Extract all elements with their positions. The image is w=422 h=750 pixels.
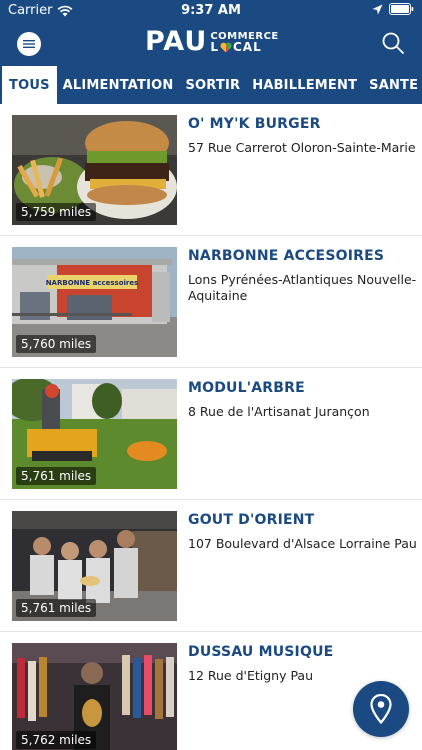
map-view-button[interactable] (353, 681, 409, 737)
tab-tous[interactable]: TOUS (2, 66, 57, 104)
business-photo: 5,761 miles (12, 379, 177, 489)
distance-badge: 5,760 miles (16, 335, 97, 353)
business-name: NARBONNE ACCESOIRES (188, 248, 385, 264)
business-address: Lons Pyrénées-Atlantiques Nouvelle-Aquit… (188, 272, 417, 303)
logo-local-l: L (210, 40, 219, 54)
search-icon[interactable] (381, 31, 405, 55)
business-name: GOUT D'ORIENT (188, 512, 315, 528)
business-address: 107 Boulevard d'Alsace Lorraine Pau (188, 536, 417, 551)
business-photo: 5,761 miles (12, 511, 177, 621)
distance-badge: 5,759 miles (16, 203, 97, 221)
list-item[interactable]: NARBONNE accessoires 5,760 miles NARBONN… (0, 236, 422, 368)
app-logo: PAU COMMERCE L CAL (145, 27, 279, 57)
distance-badge: 5,761 miles (16, 599, 97, 617)
status-bar: Carrier 9:37 AM (0, 0, 422, 22)
tab-sante-et-bien[interactable]: SANTE ET BIEN (363, 66, 422, 104)
logo-pau: PAU (145, 26, 208, 57)
menu-button[interactable] (17, 32, 41, 56)
location-arrow-icon (372, 4, 383, 14)
distance-badge: 5,762 miles (16, 731, 97, 749)
business-photo: NARBONNE accessoires 5,760 miles (12, 247, 177, 357)
business-photo: 5,759 miles (12, 115, 177, 225)
business-name: DUSSAU MUSIQUE (188, 644, 334, 660)
list-item[interactable]: 5,759 miles O' MY'K BURGER 57 Rue Carrer… (0, 104, 422, 236)
battery-icon (389, 3, 414, 15)
store-sign: NARBONNE accessoires (46, 279, 139, 287)
logo-local-cal: CAL (232, 40, 262, 54)
map-pin-icon (370, 694, 392, 724)
tab-alimentation[interactable]: ALIMENTATION (57, 66, 180, 104)
distance-badge: 5,761 miles (16, 467, 97, 485)
heart-icon (220, 42, 232, 53)
list-item[interactable]: 5,761 miles MODUL'ARBRE 8 Rue de l'Artis… (0, 368, 422, 500)
tab-sortir[interactable]: SORTIR (179, 66, 246, 104)
business-photo: 5,762 miles (12, 643, 177, 750)
category-tabs: TOUS ALIMENTATION SORTIR HABILLEMENT SAN… (0, 66, 422, 104)
business-name: O' MY'K BURGER (188, 116, 321, 132)
business-address: 57 Rue Carrerot Oloron-Sainte-Marie (188, 140, 416, 155)
hamburger-icon (23, 40, 35, 48)
list-item[interactable]: 5,761 miles GOUT D'ORIENT 107 Boulevard … (0, 500, 422, 632)
tab-habillement[interactable]: HABILLEMENT (246, 66, 363, 104)
app-header: Carrier 9:37 AM PAU COMMERCE L CAL (0, 0, 422, 66)
clock: 9:37 AM (181, 3, 241, 18)
business-name: MODUL'ARBRE (188, 380, 305, 396)
business-address: 8 Rue de l'Artisanat Jurançon (188, 404, 370, 419)
